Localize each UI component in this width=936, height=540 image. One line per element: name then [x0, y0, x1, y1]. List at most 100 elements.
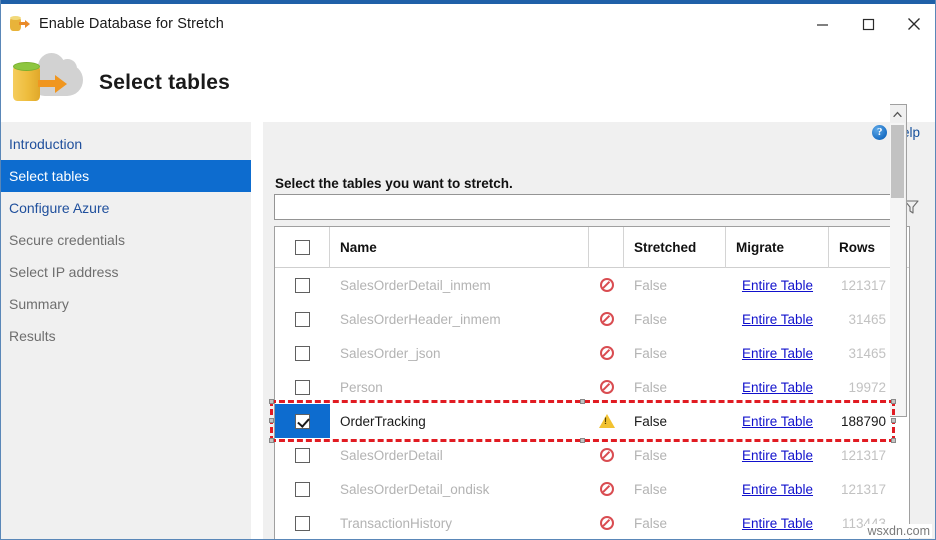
row-name: TransactionHistory — [330, 506, 589, 539]
table-row[interactable]: TransactionHistory False Entire Table 11… — [275, 506, 909, 539]
row-name: SalesOrderDetail — [330, 438, 589, 472]
row-checkbox-cell[interactable] — [275, 472, 330, 506]
row-checkbox[interactable] — [295, 278, 310, 293]
row-stretched: False — [624, 268, 726, 302]
tables-grid: Name Stretched Migrate Rows SalesOrderDe… — [274, 226, 910, 539]
row-rowcount: 121317 — [829, 268, 894, 302]
table-row-selected[interactable]: OrderTracking False Entire Table 188790 — [275, 404, 909, 438]
row-migrate-link[interactable]: Entire Table — [726, 268, 829, 302]
row-name: SalesOrder_json — [330, 336, 589, 370]
row-migrate-link[interactable]: Entire Table — [726, 404, 829, 438]
row-migrate-link[interactable]: Entire Table — [726, 302, 829, 336]
row-name: OrderTracking — [330, 404, 589, 438]
grid-vertical-scrollbar[interactable] — [890, 104, 907, 417]
row-checkbox-cell[interactable] — [275, 302, 330, 336]
table-row[interactable]: SalesOrderDetail_ondisk False Entire Tab… — [275, 472, 909, 506]
wizard-sidebar: Introduction Select tables Configure Azu… — [1, 122, 251, 539]
column-header-stretched[interactable]: Stretched — [624, 227, 726, 268]
table-row[interactable]: SalesOrderDetail False Entire Table 1213… — [275, 438, 909, 472]
row-rowcount: 121317 — [829, 472, 894, 506]
row-checkbox[interactable] — [295, 414, 310, 429]
no-entry-icon — [589, 370, 624, 404]
row-name: SalesOrderDetail_ondisk — [330, 472, 589, 506]
help-question-icon: ? — [872, 125, 887, 140]
row-rowcount: 31465 — [829, 336, 894, 370]
window-controls — [799, 4, 936, 44]
no-entry-icon — [589, 336, 624, 370]
window-title: Enable Database for Stretch — [39, 16, 224, 32]
row-checkbox[interactable] — [295, 346, 310, 361]
row-name: SalesOrderHeader_inmem — [330, 302, 589, 336]
sidebar-item-select-ip-address[interactable]: Select IP address — [1, 256, 251, 288]
row-checkbox[interactable] — [295, 312, 310, 327]
row-stretched: False — [624, 336, 726, 370]
page-title: Select tables — [99, 71, 230, 95]
watermark: wsxdn.com — [865, 524, 932, 538]
no-entry-icon — [589, 268, 624, 302]
sidebar-item-configure-azure[interactable]: Configure Azure — [1, 192, 251, 224]
column-header-name[interactable]: Name — [330, 227, 589, 268]
row-migrate-link[interactable]: Entire Table — [726, 506, 829, 539]
warning-icon — [589, 404, 624, 438]
column-header-status — [589, 227, 624, 268]
row-rowcount: 31465 — [829, 302, 894, 336]
row-stretched: False — [624, 404, 726, 438]
row-checkbox-cell[interactable] — [275, 370, 330, 404]
content-panel: ? Help Select the tables you want to str… — [263, 122, 936, 539]
row-rowcount: 19972 — [829, 370, 894, 404]
row-stretched: False — [624, 370, 726, 404]
table-row[interactable]: SalesOrderHeader_inmem False Entire Tabl… — [275, 302, 909, 336]
close-button[interactable] — [891, 4, 936, 44]
select-all-checkbox[interactable] — [295, 240, 310, 255]
database-to-cloud-icon — [11, 58, 85, 108]
select-all-header[interactable] — [275, 227, 330, 268]
row-name: Person — [330, 370, 589, 404]
grid-body: SalesOrderDetail_inmem False Entire Tabl… — [275, 268, 909, 539]
row-checkbox-cell[interactable] — [275, 268, 330, 302]
row-checkbox[interactable] — [295, 380, 310, 395]
no-entry-icon — [589, 472, 624, 506]
row-migrate-link[interactable]: Entire Table — [726, 438, 829, 472]
row-checkbox-cell[interactable] — [275, 438, 330, 472]
table-row[interactable]: SalesOrderDetail_inmem False Entire Tabl… — [275, 268, 909, 302]
row-checkbox[interactable] — [295, 482, 310, 497]
no-entry-icon — [589, 302, 624, 336]
table-row[interactable]: SalesOrder_json False Entire Table 31465 — [275, 336, 909, 370]
sidebar-item-introduction[interactable]: Introduction — [1, 128, 251, 160]
row-migrate-link[interactable]: Entire Table — [726, 336, 829, 370]
row-rowcount: 188790 — [829, 404, 894, 438]
database-stretch-icon — [9, 13, 31, 35]
minimize-button[interactable] — [799, 4, 845, 44]
grid-header-row: Name Stretched Migrate Rows — [275, 227, 909, 268]
row-stretched: False — [624, 506, 726, 539]
sidebar-item-results[interactable]: Results — [1, 320, 251, 352]
scroll-up-arrow-icon[interactable] — [890, 105, 905, 123]
row-stretched: False — [624, 472, 726, 506]
row-checkbox-cell[interactable] — [275, 506, 330, 539]
sidebar-item-summary[interactable]: Summary — [1, 288, 251, 320]
row-migrate-link[interactable]: Entire Table — [726, 370, 829, 404]
row-rowcount: 121317 — [829, 438, 894, 472]
no-entry-icon — [589, 438, 624, 472]
page-banner: Select tables — [1, 44, 936, 122]
row-stretched: False — [624, 302, 726, 336]
row-checkbox[interactable] — [295, 448, 310, 463]
table-filter-input[interactable] — [274, 194, 894, 220]
sidebar-item-select-tables[interactable]: Select tables — [1, 160, 251, 192]
sidebar-item-secure-credentials[interactable]: Secure credentials — [1, 224, 251, 256]
filter-row — [274, 194, 924, 220]
row-checkbox[interactable] — [295, 516, 310, 531]
scrollbar-thumb[interactable] — [891, 125, 904, 198]
column-header-migrate[interactable]: Migrate — [726, 227, 829, 268]
no-entry-icon — [589, 506, 624, 539]
enable-database-for-stretch-window: Enable Database for Stretch Select table… — [0, 0, 936, 540]
row-stretched: False — [624, 438, 726, 472]
row-checkbox-cell[interactable] — [275, 404, 330, 438]
row-migrate-link[interactable]: Entire Table — [726, 472, 829, 506]
table-row[interactable]: Person False Entire Table 19972 — [275, 370, 909, 404]
maximize-button[interactable] — [845, 4, 891, 44]
title-bar: Enable Database for Stretch — [1, 4, 936, 44]
row-checkbox-cell[interactable] — [275, 336, 330, 370]
column-header-rows[interactable]: Rows — [829, 227, 894, 268]
instruction-text: Select the tables you want to stretch. — [275, 176, 513, 191]
